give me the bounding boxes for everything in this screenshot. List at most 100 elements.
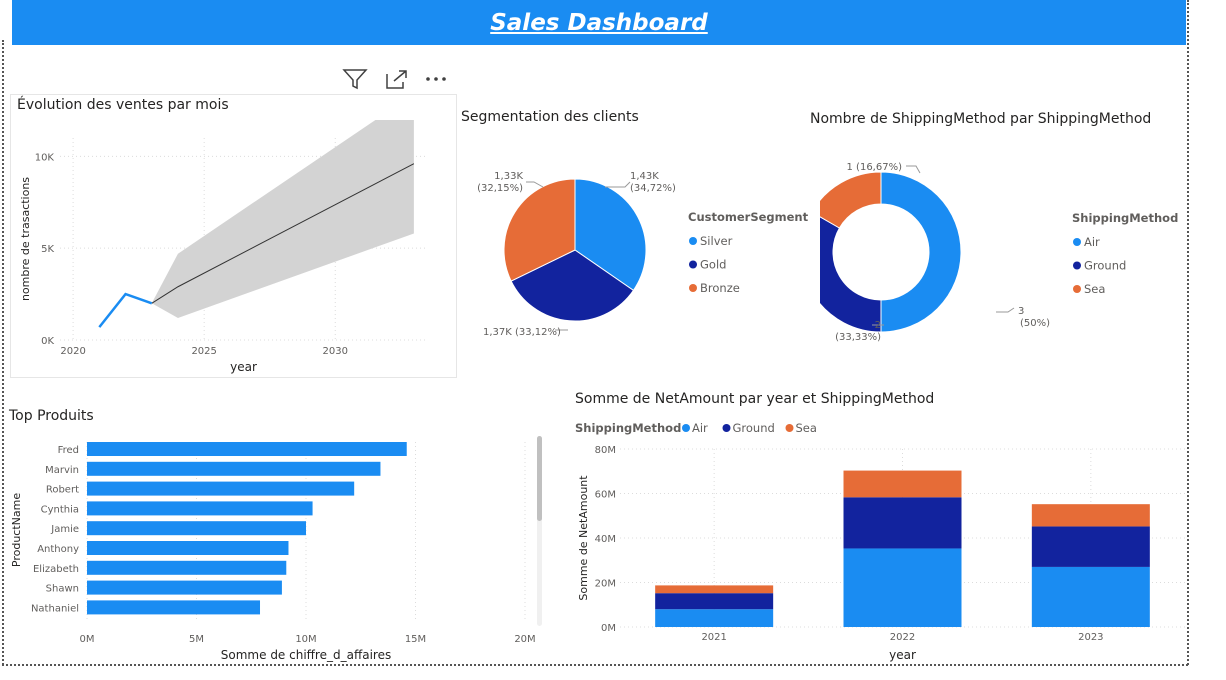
x-tick-label: 2025 bbox=[191, 346, 216, 357]
slice-data-label: 1 (16,67%) bbox=[847, 162, 903, 173]
forecast-confidence-band bbox=[151, 120, 414, 318]
legend-label-silver: Silver bbox=[700, 234, 733, 248]
bar-fred bbox=[87, 442, 407, 456]
more-options-icon[interactable] bbox=[424, 70, 450, 92]
slice-leader-line bbox=[996, 307, 1015, 313]
bar-elizabeth bbox=[87, 560, 287, 575]
slice-percent-label: (33,33%) bbox=[835, 332, 881, 343]
netamount-chart: ShippingMethod Air Ground Sea 0M 20M 40M 60M 80M… bbox=[575, 421, 1185, 662]
bar-nathaniel bbox=[87, 600, 261, 615]
scrollbar-thumb[interactable] bbox=[537, 436, 542, 521]
customer-segmentation-title: Segmentation des clients bbox=[461, 109, 639, 125]
top-products-scrollbar[interactable] bbox=[537, 436, 542, 626]
sales-evolution-chart: 0K 5K 10K 2020 2025 2030 year nombre de trasact… bbox=[19, 120, 427, 374]
y-axis-label: ProductName bbox=[10, 493, 23, 567]
slice-leader-line bbox=[526, 181, 544, 188]
sales-evolution-title: Évolution des ventes par mois bbox=[17, 97, 229, 113]
slice-leader-line bbox=[605, 181, 631, 188]
category-label: Nathaniel bbox=[31, 603, 79, 614]
slice-sea bbox=[820, 171, 882, 229]
legend-marker-ground bbox=[1073, 261, 1081, 270]
y-tick-label: 60M bbox=[595, 490, 616, 501]
slice-air bbox=[880, 171, 962, 333]
legend-marker-gold bbox=[689, 260, 697, 269]
shipping-count-title: Nombre de ShippingMethod par ShippingMet… bbox=[810, 111, 1152, 127]
bar-robert bbox=[87, 481, 355, 496]
x-tick-label: 20M bbox=[514, 634, 535, 645]
slice-data-label: 1,33K bbox=[494, 171, 523, 182]
y-tick-label: 5K bbox=[41, 244, 54, 255]
legend-label-air: Air bbox=[692, 421, 708, 435]
legend-title: ShippingMethod bbox=[1072, 211, 1178, 225]
x-tick-label: 10M bbox=[295, 634, 316, 645]
bar-2022-ground bbox=[843, 497, 962, 549]
bar-2022-sea bbox=[843, 470, 962, 498]
legend-marker-air bbox=[682, 424, 690, 432]
y-tick-label: 40M bbox=[595, 534, 616, 545]
bar-jamie bbox=[87, 521, 306, 536]
legend-marker-silver bbox=[689, 237, 697, 245]
x-axis-label: year bbox=[889, 648, 916, 662]
filter-icon[interactable] bbox=[342, 68, 368, 94]
x-tick-label: 5M bbox=[189, 634, 204, 645]
y-tick-label: 20M bbox=[595, 579, 616, 590]
slice-percent-label: (32,15%) bbox=[477, 183, 523, 194]
slice-data-label: 2 bbox=[875, 320, 881, 331]
category-label: Shawn bbox=[46, 584, 79, 595]
legend-label-ground: Ground bbox=[733, 421, 775, 435]
bar-2021-ground bbox=[655, 593, 774, 610]
category-label: Robert bbox=[46, 485, 79, 496]
customer-segmentation-chart: 1,43K(34,72%) 1,33K(32,15%) 1,37K (33,12%)… bbox=[477, 171, 809, 338]
netamount-title: Somme de NetAmount par year et ShippingM… bbox=[575, 391, 935, 407]
x-tick-label: 2021 bbox=[701, 632, 726, 643]
shipping-count-chart: 1 (16,67%) 3(50%) 2(33,33%) ShippingMethod A… bbox=[820, 162, 1178, 343]
focus-mode-icon[interactable] bbox=[384, 68, 410, 94]
legend-marker-air bbox=[1073, 238, 1081, 246]
y-axis-label: nombre de trasactions bbox=[19, 177, 32, 301]
legend-label-gold: Gold bbox=[700, 258, 726, 272]
slice-leader-line bbox=[906, 165, 921, 174]
legend-marker-bronze bbox=[689, 284, 697, 292]
bar-2021-air bbox=[655, 609, 774, 627]
slice-data-label: 1,37K (33,12%) bbox=[483, 327, 561, 338]
slice-ground bbox=[820, 216, 882, 333]
legend-label-air: Air bbox=[1084, 235, 1100, 249]
dashboard-title: Sales Dashboard bbox=[490, 9, 708, 36]
legend-label-ground: Ground bbox=[1084, 259, 1126, 273]
bar-cynthia bbox=[87, 501, 313, 516]
x-tick-label: 2022 bbox=[890, 632, 915, 643]
slice-data-label: 1,43K bbox=[630, 171, 659, 182]
slice-percent-label: (34,72%) bbox=[630, 183, 676, 194]
page-border-left bbox=[2, 40, 4, 665]
slice-percent-label: (50%) bbox=[1020, 318, 1050, 329]
legend-label-bronze: Bronze bbox=[700, 281, 740, 295]
category-label: Marvin bbox=[45, 465, 79, 476]
category-label: Cynthia bbox=[41, 504, 79, 515]
x-tick-label: 2030 bbox=[323, 346, 348, 357]
bar-2022-air bbox=[843, 548, 962, 627]
slice-data-label: 3 bbox=[1018, 306, 1024, 317]
x-tick-label: 0M bbox=[80, 634, 95, 645]
top-products-title: Top Produits bbox=[9, 408, 94, 424]
category-label: Jamie bbox=[50, 524, 79, 535]
bar-shawn bbox=[87, 580, 282, 595]
x-tick-label: 15M bbox=[405, 634, 426, 645]
y-tick-label: 0M bbox=[601, 623, 616, 634]
top-products-chart: 0M 5M 10M 15M 20M Fred Marvin Robert Cynthia Jami… bbox=[10, 442, 536, 662]
x-axis-label: Somme de chiffre_d_affaires bbox=[221, 648, 391, 662]
report-canvas: Sales Dashboard Évolution des ventes par… bbox=[0, 0, 1226, 680]
y-axis-label: Somme de NetAmount bbox=[577, 475, 590, 601]
legend-title: CustomerSegment bbox=[688, 210, 809, 224]
bar-anthony bbox=[87, 541, 289, 555]
legend-label-sea: Sea bbox=[796, 421, 817, 435]
legend-label-sea: Sea bbox=[1084, 282, 1105, 296]
category-label: Anthony bbox=[37, 544, 79, 555]
y-tick-label: 10K bbox=[35, 152, 55, 163]
bar-marvin bbox=[87, 461, 381, 476]
legend-title: ShippingMethod bbox=[575, 421, 681, 435]
dashboard-title-bar: Sales Dashboard bbox=[12, 0, 1186, 45]
bar-2023-sea bbox=[1031, 504, 1150, 527]
legend-marker-sea bbox=[1073, 285, 1081, 293]
category-label: Elizabeth bbox=[33, 564, 79, 575]
bar-2023-ground bbox=[1031, 526, 1150, 567]
